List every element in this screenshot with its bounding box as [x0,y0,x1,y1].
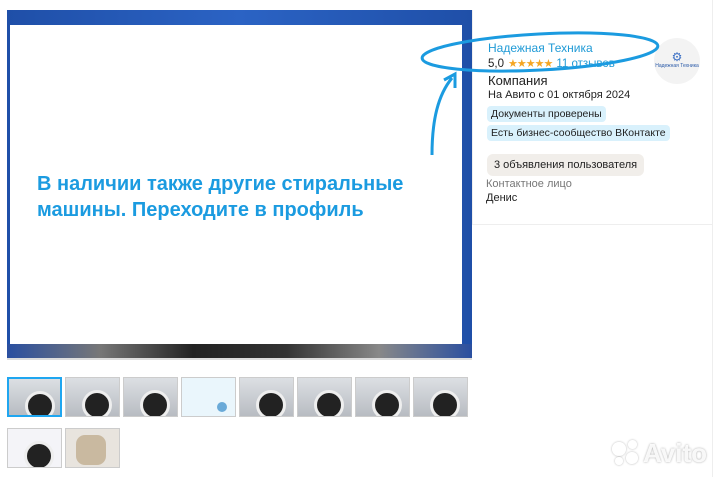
thumbnail-strip [7,377,472,468]
thumbnail[interactable] [7,428,62,468]
seller-since: На Авито с 01 октября 2024 [488,89,631,101]
seller-rating: 5,0 ★★★★★ 11 отзывов [488,57,615,71]
gears-icon: ⚙ [671,50,683,64]
thumbnail[interactable] [297,377,352,417]
avito-watermark: Avito [612,438,707,469]
watermark-text: Avito [643,438,708,468]
thumbnail[interactable] [123,377,178,417]
rating-value: 5,0 [488,57,504,70]
documents-verified-badge: Документы проверены [487,106,606,122]
star-icon: ★★★★★ [508,58,553,70]
avito-logo-icon [612,439,640,468]
divider [712,0,713,477]
promo-slide: В наличии также другие стиральные машины… [10,25,462,346]
contact-name: Денис [486,192,518,204]
divider [7,358,472,360]
thumbnail[interactable] [239,377,294,417]
avatar-label: Надежная Техника [655,63,699,69]
seller-avatar[interactable]: ⚙ Надежная Техника [654,38,700,84]
thumbnail[interactable] [355,377,410,417]
seller-ads-button[interactable]: 3 объявления пользователя [487,154,645,176]
contact-label: Контактное лицо [486,178,572,190]
seller-name-link[interactable]: Надежная Техника [488,41,593,55]
photo-edge [7,344,472,358]
thumbnail[interactable] [413,377,468,417]
vk-community-badge[interactable]: Есть бизнес-сообщество ВКонтакте [487,125,670,141]
thumbnail[interactable] [7,377,62,417]
main-photo[interactable]: В наличии также другие стиральные машины… [7,10,472,358]
reviews-link[interactable]: 11 отзывов [556,58,615,70]
seller-type: Компания [488,73,548,88]
thumbnail[interactable] [65,428,120,468]
thumbnail[interactable] [181,377,236,417]
thumbnail[interactable] [65,377,120,417]
promo-text: В наличии также другие стиральные машины… [37,173,404,221]
